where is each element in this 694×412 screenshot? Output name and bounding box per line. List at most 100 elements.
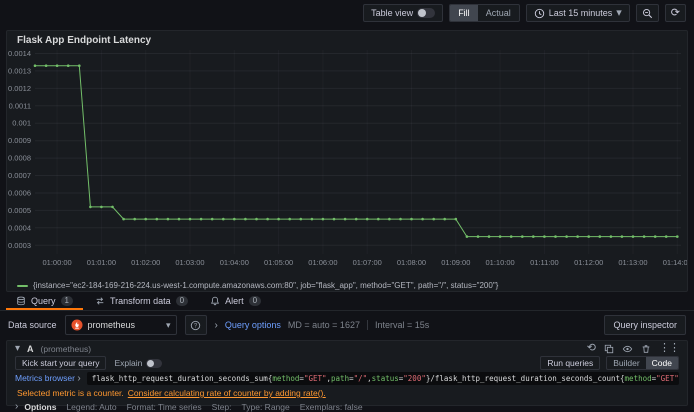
tab-alert-count: 0	[248, 296, 262, 306]
chevron-right-icon: ›	[214, 319, 218, 331]
query-editor-card: ▾ A (prometheus) ⟲ ⋮⋮ Kick start your qu…	[6, 340, 688, 412]
chevron-right-icon: ›	[77, 373, 81, 384]
divider	[366, 320, 368, 330]
legend-item[interactable]: {instance="ec2-184-169-216-224.us-west-1…	[7, 281, 687, 290]
options-toggle[interactable]: Options	[24, 402, 56, 412]
trash-icon[interactable]	[641, 344, 651, 354]
svg-text:0.0007: 0.0007	[8, 171, 31, 180]
svg-text:01:09:00: 01:09:00	[441, 258, 470, 267]
svg-text:01:02:00: 01:02:00	[131, 258, 160, 267]
svg-text:0.0004: 0.0004	[8, 223, 31, 232]
clock-icon	[534, 8, 545, 19]
options-legend-summary: Legend: Auto	[66, 401, 117, 412]
refresh-button[interactable]: ⟳	[664, 4, 686, 22]
svg-text:?: ?	[194, 323, 198, 329]
warning-text: Selected metric is a counter.	[17, 388, 124, 398]
svg-text:01:05:00: 01:05:00	[264, 258, 293, 267]
refresh-icon: ⟳	[670, 6, 680, 19]
svg-text:01:00:00: 01:00:00	[42, 258, 71, 267]
metrics-browser-label: Metrics browser	[15, 373, 75, 383]
chevron-down-icon: ▾	[616, 6, 622, 19]
query-datasource-hint: (prometheus)	[40, 343, 92, 354]
svg-text:0.001: 0.001	[12, 119, 31, 128]
latency-chart[interactable]: 0.0014 0.0013 0.0012 0.0011 0.001 0.0009 0.000…	[7, 46, 692, 278]
run-queries-button[interactable]: Run queries	[540, 356, 601, 370]
svg-text:0.0008: 0.0008	[8, 154, 31, 163]
panel-editor-toolbar: Table view Fill Actual Last 15 minutes ▾…	[0, 0, 694, 26]
time-range-label: Last 15 minutes	[548, 8, 613, 18]
explain-toggle[interactable]	[146, 358, 163, 368]
svg-text:0.0014: 0.0014	[8, 49, 31, 58]
history-icon[interactable]: ⟲	[587, 343, 596, 354]
query-ref-id[interactable]: A	[27, 344, 34, 354]
collapse-chevron-icon[interactable]: ▾	[15, 343, 20, 354]
svg-text:01:10:00: 01:10:00	[485, 258, 514, 267]
datasource-help-button[interactable]: ?	[184, 315, 207, 335]
zoom-out-icon	[642, 8, 653, 19]
metrics-browser-toggle[interactable]: Metrics browser ›	[15, 373, 81, 384]
query-options-group: › Query options MD = auto = 1627 Interva…	[215, 320, 430, 331]
svg-text:0.0003: 0.0003	[8, 241, 31, 250]
table-view-toggle[interactable]	[417, 8, 436, 18]
fill-button[interactable]: Fill	[450, 5, 478, 21]
tab-query[interactable]: Query 1	[6, 294, 83, 310]
legend-series-swatch	[17, 284, 28, 287]
svg-text:0.0013: 0.0013	[8, 66, 31, 75]
svg-text:01:08:00: 01:08:00	[397, 258, 426, 267]
max-data-points-summary: MD = auto = 1627	[287, 320, 360, 330]
counter-warning: Selected metric is a counter. Consider c…	[7, 388, 687, 398]
database-icon	[16, 296, 26, 306]
copy-icon[interactable]	[604, 344, 614, 354]
options-exemplars-summary: Exemplars: false	[299, 401, 363, 412]
query-row-header: ▾ A (prometheus) ⟲ ⋮⋮	[7, 341, 687, 355]
tab-transform-count: 0	[175, 296, 189, 306]
warning-rate-link[interactable]: Consider calculating rate of counter by …	[128, 388, 326, 398]
tab-alert-label: Alert	[225, 296, 244, 306]
tab-query-label: Query	[31, 296, 56, 306]
tab-query-count: 1	[60, 296, 73, 306]
svg-text:01:01:00: 01:01:00	[87, 258, 116, 267]
drag-handle-icon[interactable]: ⋮⋮	[659, 343, 680, 354]
transform-icon	[95, 296, 105, 306]
time-range-picker[interactable]: Last 15 minutes ▾	[525, 4, 630, 22]
chevron-right-icon[interactable]: ›	[15, 401, 18, 412]
svg-text:01:07:00: 01:07:00	[353, 258, 382, 267]
query-toolbar: Kick start your query Explain Run querie…	[7, 356, 687, 370]
datasource-row: Data source prometheus ▾ ? › Query optio…	[0, 314, 694, 336]
svg-text:01:14:00: 01:14:00	[663, 258, 687, 267]
eye-icon[interactable]	[622, 344, 633, 354]
datasource-label: Data source	[8, 320, 57, 330]
actual-button[interactable]: Actual	[478, 5, 519, 21]
svg-text:0.0005: 0.0005	[8, 206, 31, 215]
options-type-summary: Type: Range	[241, 401, 290, 412]
explain-label: Explain	[114, 358, 143, 368]
query-options-footer: › Options Legend: Auto Format: Time seri…	[7, 401, 687, 412]
tab-alert[interactable]: Alert 0	[200, 294, 271, 310]
prometheus-icon	[71, 319, 83, 331]
query-expression[interactable]: flask_http_request_duration_seconds_sum{…	[86, 372, 679, 385]
tab-transform-data[interactable]: Transform data 0	[85, 294, 198, 310]
legend-series-label: {instance="ec2-184-169-216-224.us-west-1…	[33, 281, 499, 290]
tab-transform-label: Transform data	[109, 296, 171, 306]
svg-text:0.0009: 0.0009	[8, 136, 31, 145]
editor-tabs: Query 1 Transform data 0 Alert 0	[0, 294, 694, 311]
chevron-down-icon: ▾	[166, 319, 171, 330]
query-options-toggle[interactable]: Query options	[225, 320, 281, 330]
expression-row: Metrics browser › flask_http_request_dur…	[7, 372, 687, 385]
query-row-actions: ⟲ ⋮⋮	[587, 343, 680, 354]
kick-start-query-button[interactable]: Kick start your query	[15, 356, 107, 370]
interval-summary: Interval = 15s	[374, 320, 430, 330]
fill-actual-group: Fill Actual	[449, 4, 520, 22]
options-step-summary: Step:	[211, 401, 232, 412]
svg-text:01:04:00: 01:04:00	[220, 258, 249, 267]
options-format-summary: Format: Time series	[126, 401, 202, 412]
table-view-control[interactable]: Table view	[363, 4, 444, 22]
svg-text:0.0012: 0.0012	[8, 84, 31, 93]
builder-button[interactable]: Builder	[607, 357, 645, 369]
panel-title[interactable]: Flask App Endpoint Latency	[7, 31, 687, 46]
bell-icon	[210, 296, 220, 306]
code-button[interactable]: Code	[645, 357, 678, 369]
datasource-picker[interactable]: prometheus ▾	[64, 315, 177, 335]
query-inspector-button[interactable]: Query inspector	[604, 315, 686, 335]
zoom-out-button[interactable]	[635, 4, 659, 22]
